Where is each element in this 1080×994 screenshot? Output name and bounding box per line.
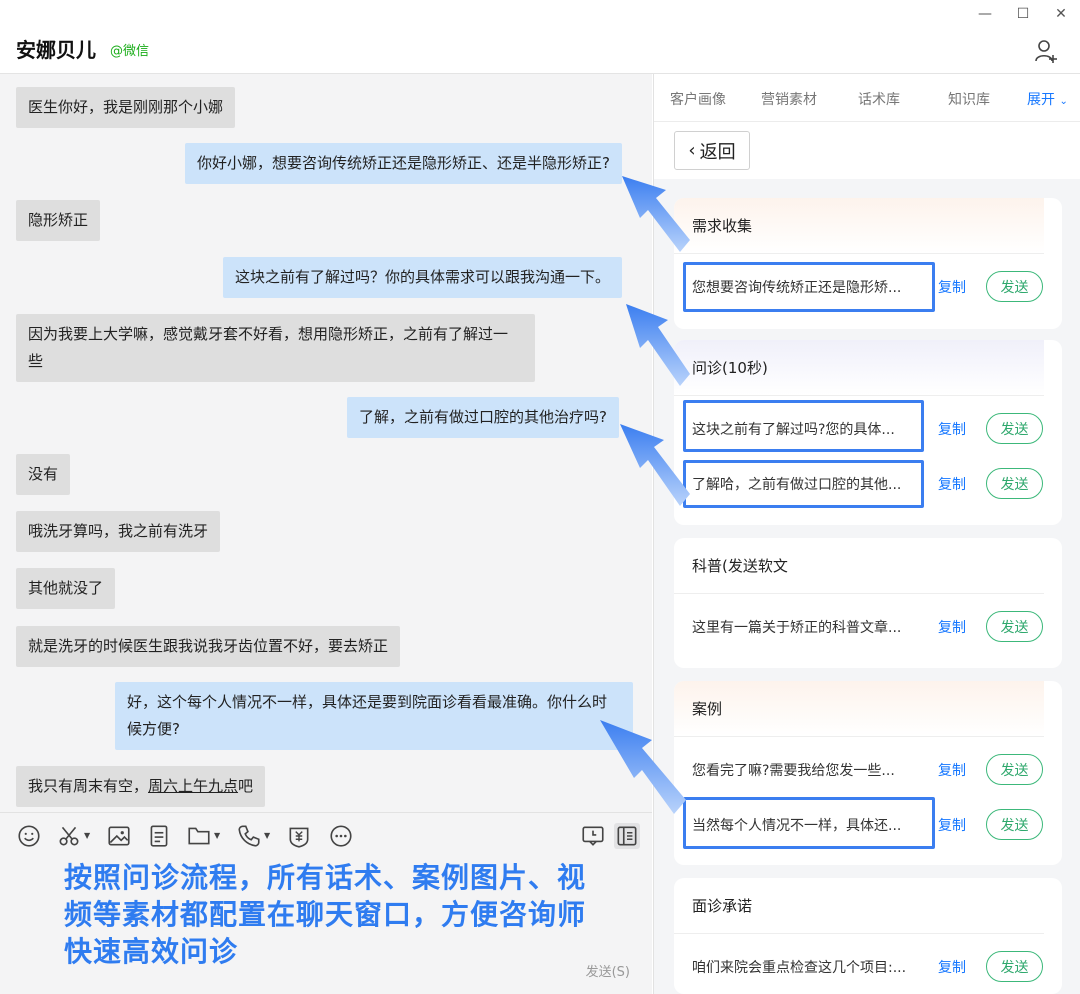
message-date-link[interactable]: 周六上午九点 bbox=[148, 777, 238, 795]
script-item[interactable]: 您看完了嘛?需要我给您发一些... 复制 发送 bbox=[674, 750, 1062, 790]
script-item[interactable]: 这里有一篇关于矫正的科普文章... 复制 发送 bbox=[674, 607, 1062, 647]
annotation-line: 频等素材都配置在聊天窗口，方便咨询师 bbox=[64, 898, 587, 931]
card-title: 问诊(10秒) bbox=[674, 340, 1044, 396]
highlight-box bbox=[683, 797, 935, 849]
payment-icon[interactable] bbox=[286, 823, 312, 849]
tab-customer-profile[interactable]: 客户画像 bbox=[670, 89, 726, 109]
message-bubble-received: 医生你好，我是刚刚那个小娜 bbox=[16, 87, 236, 128]
message-bubble-sent: 你好小娜，想要咨询传统矫正还是隐形矫正、还是半隐形矫正? bbox=[185, 143, 622, 184]
copy-button[interactable]: 复制 bbox=[938, 617, 966, 637]
highlight-box bbox=[683, 460, 924, 508]
sidebar-tabs: 客户画像 营销素材 话术库 知识库 展开 ⌄ bbox=[654, 74, 1080, 122]
tab-marketing-materials[interactable]: 营销素材 bbox=[761, 89, 817, 109]
emoji-icon[interactable] bbox=[16, 823, 42, 849]
phone-icon[interactable] bbox=[236, 823, 262, 849]
send-script-button[interactable]: 发送 bbox=[986, 754, 1043, 785]
script-text: 这里有一篇关于矫正的科普文章... bbox=[692, 620, 902, 636]
message-bubble-received: 其他就没了 bbox=[16, 568, 116, 609]
more-icon[interactable] bbox=[328, 823, 354, 849]
promo-annotation-text: 按照问诊流程，所有话术、案例图片、视 频等素材都配置在聊天窗口，方便咨询师 快速… bbox=[64, 859, 624, 970]
card-title: 案例 bbox=[674, 681, 1044, 737]
message-bubble-sent: 这块之前有了解过吗？你的具体需求可以跟我沟通一下。 bbox=[223, 257, 623, 298]
message-text: 我只有周末有空， bbox=[28, 777, 149, 795]
message-line: 因为我要上大学嘛，感觉戴牙套不好看，想用隐形矫正，之前有了解过一 bbox=[28, 325, 509, 343]
message-bubble-sent: 好，这个每个人情况不一样，具体还是要到院面诊看看最准确。你什么时 候方便? bbox=[115, 682, 633, 750]
window-controls: — ☐ ✕ bbox=[966, 0, 1080, 28]
message-line: 些 bbox=[28, 352, 44, 370]
chat-history-icon[interactable] bbox=[580, 823, 606, 849]
copy-button[interactable]: 复制 bbox=[938, 419, 966, 439]
send-script-button[interactable]: 发送 bbox=[986, 611, 1043, 642]
card-title: 面诊承诺 bbox=[674, 878, 1044, 934]
back-button[interactable]: ‹ 返回 bbox=[674, 131, 750, 170]
annotation-line: 快速高效问诊 bbox=[64, 935, 239, 968]
image-icon[interactable] bbox=[106, 823, 132, 849]
script-card-education: 科普(发送软文 这里有一篇关于矫正的科普文章... 复制 发送 bbox=[674, 538, 1062, 668]
copy-button[interactable]: 复制 bbox=[938, 815, 966, 835]
message-text: 吧 bbox=[238, 777, 254, 795]
chevron-down-icon[interactable]: ▼ bbox=[264, 831, 270, 840]
message-bubble-received: 因为我要上大学嘛，感觉戴牙套不好看，想用隐形矫正，之前有了解过一 些 bbox=[16, 314, 535, 382]
highlight-box bbox=[683, 400, 924, 452]
script-item[interactable]: 咱们来院会重点检查这几个项目:... 复制 发送 bbox=[674, 947, 1062, 987]
tab-knowledge-base[interactable]: 知识库 bbox=[948, 89, 990, 109]
contact-name: 安娜贝儿 bbox=[16, 38, 96, 62]
message-bubble-received: 就是洗牙的时候医生跟我说我牙齿位置不好，要去矫正 bbox=[16, 626, 401, 667]
sidebar-script-panel: 客户画像 营销素材 话术库 知识库 展开 ⌄ ‹ 返回 需求收集 您想要咨询传统… bbox=[653, 74, 1080, 994]
message-line: 好，这个每个人情况不一样，具体还是要到院面诊看看最准确。你什么时 bbox=[127, 693, 608, 711]
back-button-label: 返回 bbox=[699, 141, 736, 163]
folder-icon[interactable] bbox=[186, 823, 212, 849]
send-script-button[interactable]: 发送 bbox=[986, 413, 1043, 444]
send-script-button[interactable]: 发送 bbox=[986, 951, 1043, 982]
copy-button[interactable]: 复制 bbox=[938, 277, 966, 297]
add-member-icon[interactable] bbox=[1034, 38, 1058, 64]
tab-expand[interactable]: 展开 ⌄ bbox=[1027, 89, 1068, 109]
tab-expand-label: 展开 bbox=[1027, 92, 1055, 108]
sidebar-panel-icon[interactable] bbox=[614, 823, 640, 849]
script-text: 您看完了嘛?需要我给您发一些... bbox=[692, 763, 895, 779]
chevron-down-icon[interactable]: ▼ bbox=[84, 831, 90, 840]
screenshot-scissors-icon[interactable] bbox=[56, 823, 82, 849]
send-script-button[interactable]: 发送 bbox=[986, 809, 1043, 840]
send-button[interactable]: 发送(S) bbox=[586, 961, 630, 980]
chevron-down-icon: ⌄ bbox=[1059, 96, 1068, 107]
minimize-button[interactable]: — bbox=[966, 0, 1004, 28]
chat-header: 安娜贝儿 @微信 bbox=[0, 0, 1080, 74]
script-text: 咱们来院会重点检查这几个项目:... bbox=[692, 960, 907, 976]
copy-button[interactable]: 复制 bbox=[938, 760, 966, 780]
message-bubble-received: 哦洗牙算吗，我之前有洗牙 bbox=[16, 511, 221, 552]
message-line: 候方便? bbox=[127, 720, 180, 738]
highlight-box bbox=[683, 262, 935, 312]
annotation-line: 按照问诊流程，所有话术、案例图片、视 bbox=[64, 861, 587, 894]
close-button[interactable]: ✕ bbox=[1042, 0, 1080, 28]
card-title: 科普(发送软文 bbox=[674, 538, 1044, 594]
chat-message-area[interactable]: 医生你好，我是刚刚那个小娜 你好小娜，想要咨询传统矫正还是隐形矫正、还是半隐形矫… bbox=[0, 74, 652, 812]
message-bubble-received: 我只有周末有空，周六上午九点吧 bbox=[16, 766, 266, 807]
back-bar: ‹ 返回 bbox=[654, 122, 1080, 179]
copy-button[interactable]: 复制 bbox=[938, 474, 966, 494]
send-script-button[interactable]: 发送 bbox=[986, 271, 1043, 302]
tab-script-library[interactable]: 话术库 bbox=[858, 89, 900, 109]
message-bubble-sent: 了解，之前有做过口腔的其他治疗吗? bbox=[347, 397, 619, 438]
send-script-button[interactable]: 发送 bbox=[986, 468, 1043, 499]
script-card-consult-promise: 面诊承诺 咱们来院会重点检查这几个项目:... 复制 发送 bbox=[674, 878, 1062, 994]
message-composer[interactable]: ▼ ▼ ▼ 按照问诊流程，所有话术、案例图片、视 频等素材都配置在聊天窗口，方便… bbox=[0, 812, 652, 994]
message-bubble-received: 隐形矫正 bbox=[16, 200, 101, 241]
maximize-button[interactable]: ☐ bbox=[1004, 0, 1042, 28]
document-icon[interactable] bbox=[146, 823, 172, 849]
copy-button[interactable]: 复制 bbox=[938, 957, 966, 977]
chevron-left-icon: ‹ bbox=[688, 140, 696, 161]
chevron-down-icon[interactable]: ▼ bbox=[214, 831, 220, 840]
card-title: 需求收集 bbox=[674, 198, 1044, 254]
contact-source-tag: @微信 bbox=[110, 44, 150, 59]
message-bubble-received: 没有 bbox=[16, 454, 71, 495]
